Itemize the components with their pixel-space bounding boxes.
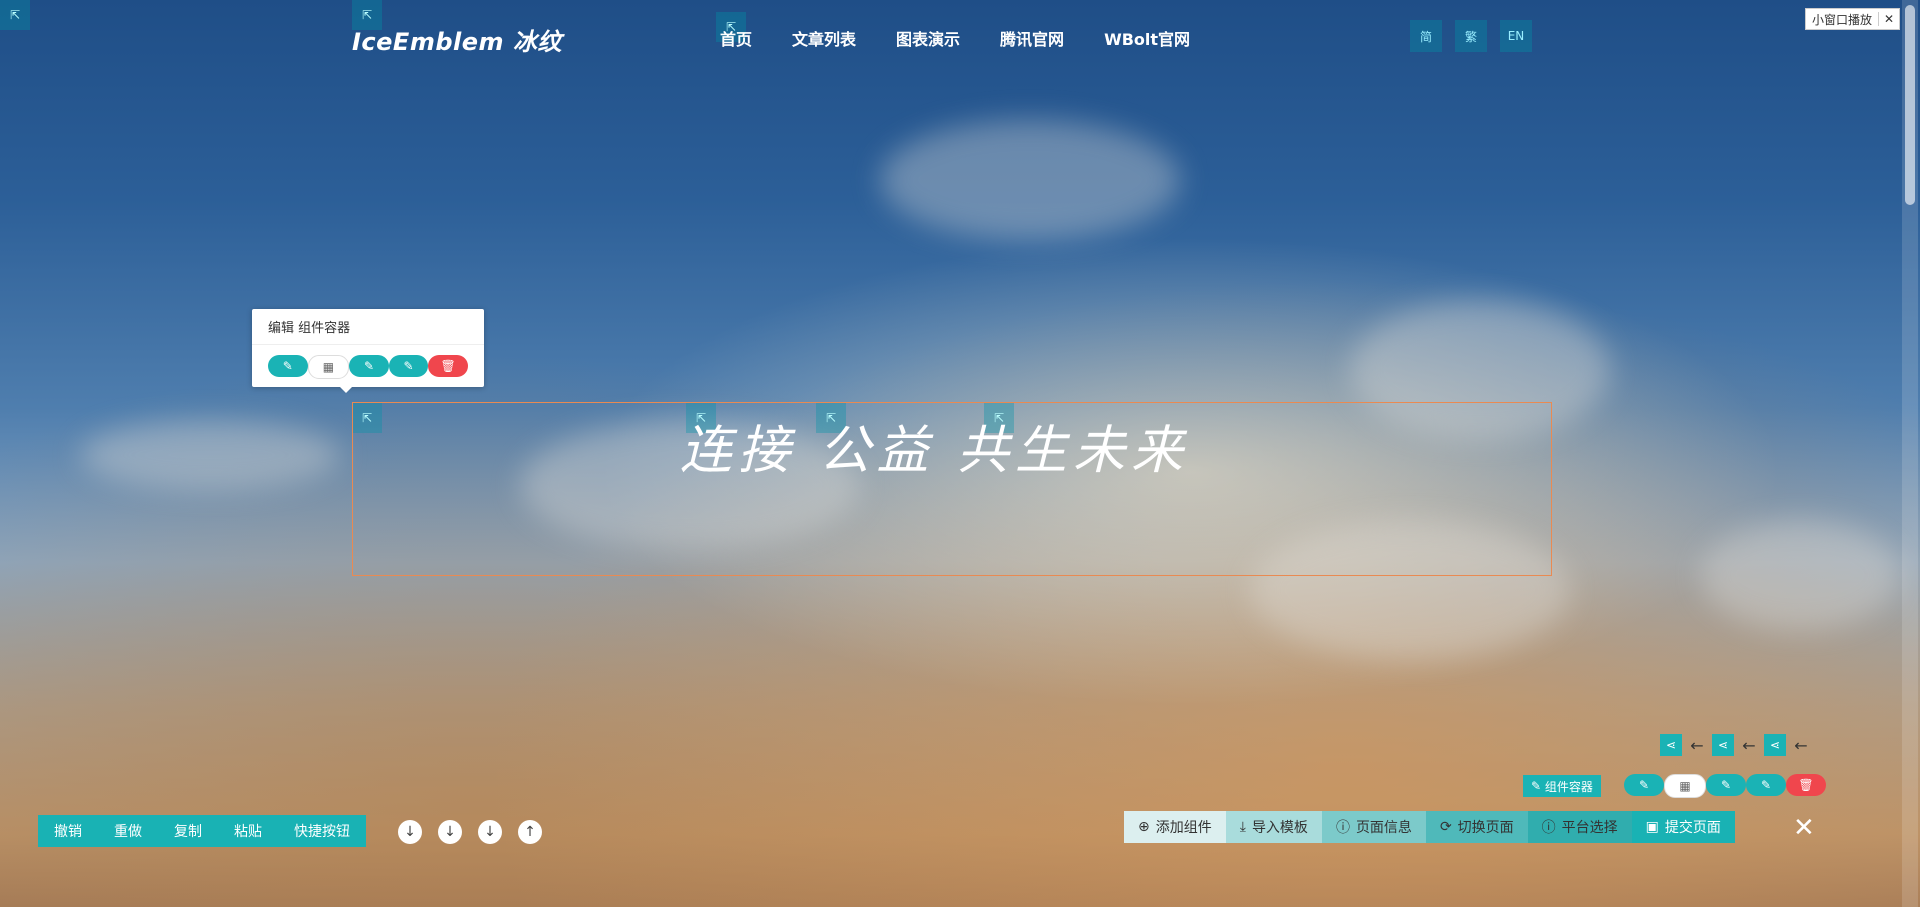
scrollbar-thumb[interactable] bbox=[1905, 5, 1915, 205]
import-template-button[interactable]: ⤓ 导入模板 bbox=[1225, 811, 1322, 843]
cloud bbox=[80, 420, 340, 490]
mini-player-label[interactable]: 小窗口播放 bbox=[1806, 11, 1878, 28]
site-logo[interactable]: IceEmblem 冰纹 bbox=[352, 22, 562, 57]
hero-title: 连接 公益 共生未来 bbox=[680, 421, 1190, 481]
lang-traditional-button[interactable]: 繁 bbox=[1455, 20, 1487, 52]
undo-button[interactable]: 撤销 bbox=[38, 815, 98, 847]
nav-home[interactable]: 首页 bbox=[720, 26, 752, 50]
popup-arrow bbox=[340, 387, 352, 393]
platform-select-button[interactable]: ⓘ 平台选择 bbox=[1527, 811, 1632, 843]
switch-page-label: 切换页面 bbox=[1457, 820, 1514, 836]
page-info-label: 页面信息 bbox=[1355, 820, 1412, 836]
arrow-down-icon[interactable]: ↓ bbox=[478, 820, 502, 844]
redo-button[interactable]: 重做 bbox=[98, 815, 158, 847]
scrollbar[interactable] bbox=[1902, 0, 1918, 907]
page-info-button[interactable]: ⓘ 页面信息 bbox=[1321, 811, 1426, 843]
component-tag-label: 组件容器 bbox=[1544, 779, 1593, 794]
close-icon[interactable]: ✕ bbox=[1878, 12, 1899, 26]
arrow-left-icon[interactable]: ← bbox=[1688, 736, 1706, 755]
move-buttons: ↓ ↓ ↓ ↑ bbox=[398, 820, 542, 844]
share-icon[interactable]: ⋖ bbox=[1712, 734, 1734, 756]
add-component-label: 添加组件 bbox=[1155, 820, 1212, 836]
component-action-pills: ✎ ▦ ✎ ✎ 🗑 bbox=[1624, 774, 1826, 798]
refresh-icon: ⟳ bbox=[1439, 819, 1452, 835]
share-icon[interactable]: ⋖ bbox=[1660, 734, 1682, 756]
edit-toolbar: 撤销 重做 复制 粘贴 快捷按钮 bbox=[38, 815, 366, 847]
lang-simplified-button[interactable]: 简 bbox=[1410, 20, 1442, 52]
layout-icon[interactable]: ▦ bbox=[1664, 774, 1706, 798]
page-actions-bar: ⊕ 添加组件 ⤓ 导入模板 ⓘ 页面信息 ⟳ 切换页面 ⓘ 平台选择 ▣ 提交页面 bbox=[1124, 811, 1735, 843]
layout-icon[interactable]: ▦ bbox=[307, 355, 350, 379]
platform-select-label: 平台选择 bbox=[1561, 820, 1618, 836]
cloud bbox=[880, 120, 1180, 240]
component-container-tag[interactable]: ✎ 组件容器 bbox=[1523, 775, 1601, 797]
nav-tencent[interactable]: 腾讯官网 bbox=[1000, 26, 1064, 50]
edit-pencil-icon[interactable]: ✎ bbox=[349, 355, 389, 377]
shortcut-button[interactable]: 快捷按钮 bbox=[278, 815, 366, 847]
switch-page-button[interactable]: ⟳ 切换页面 bbox=[1425, 811, 1528, 843]
add-component-button[interactable]: ⊕ 添加组件 bbox=[1124, 811, 1226, 843]
edit-popup-title: 编辑 组件容器 bbox=[252, 309, 484, 345]
nav-articles[interactable]: 文章列表 bbox=[792, 26, 856, 50]
cloud bbox=[1700, 520, 1900, 630]
mini-player-bar: 小窗口播放 ✕ bbox=[1804, 8, 1900, 30]
delete-icon[interactable]: 🗑 bbox=[428, 355, 468, 377]
share-icon[interactable]: ⋖ bbox=[1764, 734, 1786, 756]
edit-pencil-icon[interactable]: ✎ bbox=[268, 355, 308, 377]
copy-button[interactable]: 复制 bbox=[158, 815, 218, 847]
download-icon: ⤓ bbox=[1239, 819, 1246, 835]
arrow-down-icon[interactable]: ↓ bbox=[398, 820, 422, 844]
arrow-up-icon[interactable]: ↑ bbox=[518, 820, 542, 844]
close-icon[interactable]: ✕ bbox=[1793, 813, 1815, 843]
edit-pencil-icon[interactable]: ✎ bbox=[388, 355, 429, 377]
edit-pencil-icon[interactable]: ✎ bbox=[1624, 774, 1664, 796]
drag-handle-icon[interactable]: ⇱ bbox=[0, 0, 30, 30]
info-icon: ⓘ bbox=[1541, 820, 1556, 836]
edit-pencil-icon: ✎ bbox=[1531, 779, 1545, 793]
edit-popup: 编辑 组件容器 ✎ ▦ ✎ ✎ 🗑 bbox=[252, 309, 484, 393]
submit-page-button[interactable]: ▣ 提交页面 bbox=[1631, 811, 1735, 843]
arrow-left-icon[interactable]: ← bbox=[1740, 736, 1758, 755]
import-template-label: 导入模板 bbox=[1251, 820, 1308, 836]
edit-pencil-icon[interactable]: ✎ bbox=[1746, 774, 1786, 796]
nav-charts[interactable]: 图表演示 bbox=[896, 26, 960, 50]
plus-circle-icon: ⊕ bbox=[1138, 819, 1150, 835]
lang-english-button[interactable]: EN bbox=[1500, 20, 1532, 52]
submit-page-label: 提交页面 bbox=[1664, 820, 1721, 836]
arrow-left-icon[interactable]: ← bbox=[1792, 736, 1810, 755]
info-icon: ⓘ bbox=[1335, 820, 1350, 836]
arrow-down-icon[interactable]: ↓ bbox=[438, 820, 462, 844]
delete-icon[interactable]: 🗑 bbox=[1786, 774, 1826, 796]
share-row: ⋖ ← ⋖ ← ⋖ ← bbox=[1660, 734, 1810, 756]
main-nav: 首页 文章列表 图表演示 腾讯官网 WBolt官网 bbox=[720, 26, 1190, 50]
edit-pencil-icon[interactable]: ✎ bbox=[1706, 774, 1746, 796]
save-icon: ▣ bbox=[1645, 819, 1659, 835]
nav-wbolt[interactable]: WBolt官网 bbox=[1104, 26, 1190, 50]
paste-button[interactable]: 粘贴 bbox=[218, 815, 278, 847]
